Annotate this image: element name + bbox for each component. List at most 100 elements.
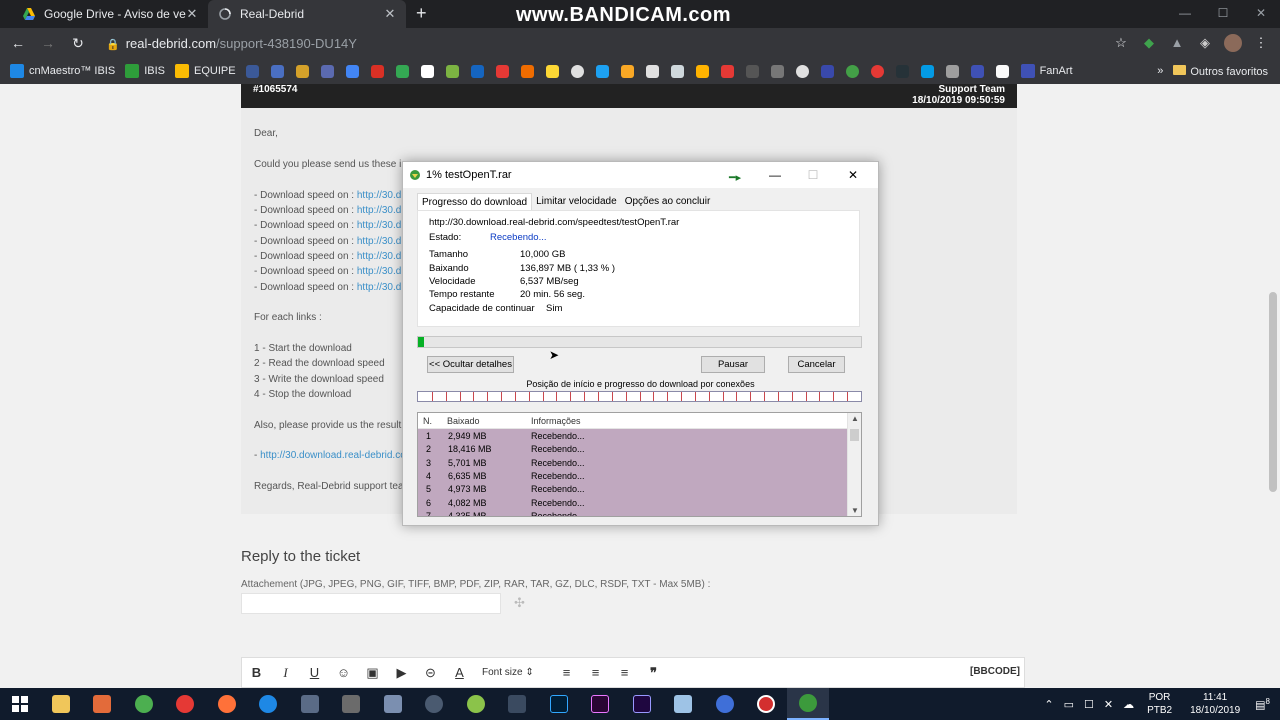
speedtest-link[interactable]: http://30.d: [357, 220, 401, 231]
firefox-icon[interactable]: [206, 688, 248, 720]
gamepad-icon[interactable]: [704, 688, 746, 720]
bookmark-equipe[interactable]: EQUIPE: [175, 64, 236, 78]
bookmark-icon[interactable]: [770, 64, 784, 78]
attachment-input[interactable]: [241, 593, 501, 614]
bookmark-icon[interactable]: [870, 64, 884, 78]
bookmark-icon[interactable]: [820, 64, 834, 78]
quote-icon[interactable]: ❞: [639, 665, 668, 681]
bold-button[interactable]: B: [242, 665, 271, 680]
bookmark-icon[interactable]: [970, 64, 984, 78]
minimize-icon[interactable]: —: [1166, 0, 1204, 28]
font-size-select[interactable]: Font size ⇕: [482, 667, 552, 678]
tab-download-progress[interactable]: Progresso do download: [417, 193, 533, 211]
drive-icon[interactable]: [395, 64, 409, 78]
bookmark-ibis[interactable]: IBIS: [125, 64, 165, 78]
app-icon[interactable]: [82, 688, 124, 720]
table-row[interactable]: 2 18,416 MB Recebendo...: [418, 443, 848, 456]
dialog-titlebar[interactable]: 1% testOpenT.rar ━▸ — ☐ ✕: [403, 162, 878, 188]
bookmark-icon[interactable]: [270, 64, 284, 78]
emoji-icon[interactable]: ☺: [329, 665, 358, 680]
star-icon[interactable]: ☆: [1112, 34, 1130, 52]
bookmark-icon[interactable]: [645, 64, 659, 78]
more-bookmarks-button[interactable]: »: [1157, 65, 1163, 77]
avatar[interactable]: [1224, 34, 1242, 52]
bookmark-icon[interactable]: [695, 64, 709, 78]
address-bar[interactable]: 🔒 real-debrid.com/support-438190-DU14Y: [106, 36, 357, 51]
page-scrollbar[interactable]: [1266, 84, 1280, 688]
bbcode-toggle[interactable]: [BBCODE]: [970, 666, 1020, 677]
bookmark-icon[interactable]: [420, 64, 434, 78]
image-icon[interactable]: ▣: [358, 665, 387, 681]
bookmark-icon[interactable]: [845, 64, 859, 78]
extension-icon[interactable]: ◆: [1140, 34, 1158, 52]
opera-icon[interactable]: [165, 688, 207, 720]
bookmark-icon[interactable]: [670, 64, 684, 78]
windows-start-icon[interactable]: [0, 688, 40, 720]
bookmark-icon[interactable]: [545, 64, 559, 78]
cancel-button[interactable]: Cancelar: [788, 356, 845, 373]
hide-details-button[interactable]: << Ocultar detalhes: [427, 356, 514, 373]
table-row[interactable]: 5 4,973 MB Recebendo...: [418, 483, 848, 496]
new-tab-button[interactable]: +: [416, 4, 427, 22]
column-header[interactable]: N.: [423, 416, 432, 426]
language-indicator[interactable]: POR PTB2: [1147, 691, 1172, 717]
table-row[interactable]: 6 4,082 MB Recebendo...: [418, 497, 848, 510]
tab-on-complete[interactable]: Opções ao concluir: [621, 193, 715, 211]
connections-list[interactable]: N. Baixado Informações 1 2,949 MB Recebend…: [417, 412, 862, 517]
menu-icon[interactable]: ⋮: [1252, 34, 1270, 52]
app-icon[interactable]: [372, 688, 414, 720]
twitter-icon[interactable]: [595, 64, 609, 78]
app-icon[interactable]: [497, 688, 539, 720]
clock[interactable]: 11:41 18/10/2019: [1190, 691, 1240, 717]
underline-button[interactable]: U: [300, 665, 329, 680]
bookmark-icon[interactable]: [320, 64, 334, 78]
table-row[interactable]: 7 4,335 MB Recebendo...: [418, 510, 848, 516]
list-scrollbar[interactable]: ▲ ▼: [847, 413, 861, 516]
result-link[interactable]: http://30.download.real-debrid.co: [260, 450, 406, 461]
bookmark-icon[interactable]: [470, 64, 484, 78]
idm-taskbar-icon[interactable]: [787, 688, 829, 720]
photoshop-icon[interactable]: [538, 688, 580, 720]
extension-icon[interactable]: ▲: [1168, 34, 1186, 52]
after-effects-icon[interactable]: [621, 688, 663, 720]
bandicam-icon[interactable]: [746, 688, 788, 720]
chrome-icon[interactable]: [123, 688, 165, 720]
video-icon[interactable]: ▶: [387, 665, 416, 681]
other-bookmarks-button[interactable]: Outros favoritos: [1173, 64, 1268, 78]
link-icon[interactable]: ⊝: [416, 665, 445, 681]
onedrive-icon[interactable]: ☁: [1123, 698, 1134, 711]
table-row[interactable]: 4 6,635 MB Recebendo...: [418, 470, 848, 483]
reload-icon[interactable]: ↻: [66, 35, 90, 52]
scroll-down-icon[interactable]: ▼: [848, 506, 861, 515]
premiere-icon[interactable]: [580, 688, 622, 720]
align-left-icon[interactable]: ≡: [552, 665, 581, 680]
italic-button[interactable]: I: [271, 665, 300, 681]
chevron-up-icon[interactable]: ⌃: [1044, 698, 1053, 711]
scrollbar-thumb[interactable]: [1269, 292, 1277, 492]
move-icon[interactable]: ✣: [514, 595, 525, 611]
bookmark-icon[interactable]: [720, 64, 734, 78]
table-row[interactable]: 3 5,701 MB Recebendo...: [418, 457, 848, 470]
bookmark-icon[interactable]: [520, 64, 534, 78]
align-right-icon[interactable]: ≡: [610, 665, 639, 680]
bookmark-icon[interactable]: [945, 64, 959, 78]
table-row[interactable]: 1 2,949 MB Recebendo...: [418, 430, 848, 443]
close-tab-icon[interactable]: ✕: [384, 6, 396, 22]
close-icon[interactable]: ✕: [834, 162, 872, 188]
notifications-icon[interactable]: ▤8: [1255, 697, 1270, 712]
align-center-icon[interactable]: ≡: [581, 665, 610, 680]
speedtest-link[interactable]: http://30.d: [357, 282, 401, 293]
globe-icon[interactable]: [570, 64, 584, 78]
gmail-icon[interactable]: [370, 64, 384, 78]
speedtest-link[interactable]: http://30.d: [357, 266, 401, 277]
app-icon[interactable]: [663, 688, 705, 720]
bookmark-cnmaestro[interactable]: cnMaestro™ IBIS: [10, 64, 115, 78]
download-icon[interactable]: [445, 64, 459, 78]
battery-icon[interactable]: ▭: [1064, 698, 1074, 711]
tab-real-debrid[interactable]: Real-Debrid ✕: [208, 0, 406, 28]
tab-speed-limit[interactable]: Limitar velocidade: [532, 193, 621, 211]
text-color-icon[interactable]: A: [445, 665, 474, 680]
back-icon[interactable]: ←: [6, 35, 30, 51]
scrollbar-thumb[interactable]: [850, 429, 859, 441]
bookmark-icon[interactable]: [745, 64, 759, 78]
